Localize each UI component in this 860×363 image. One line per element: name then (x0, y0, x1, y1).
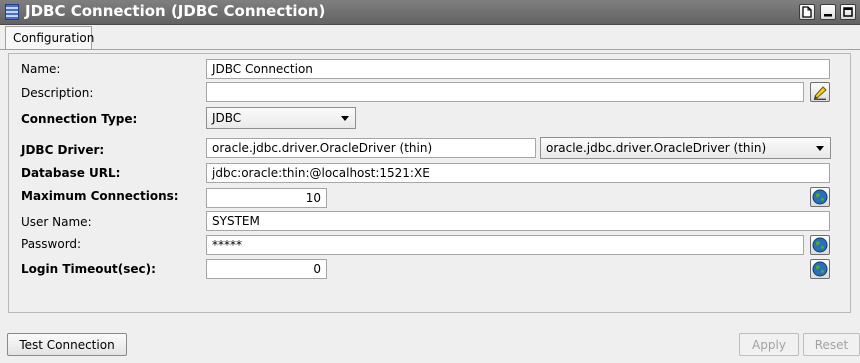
login-timeout-globe-button[interactable] (810, 259, 830, 279)
connection-type-select[interactable]: JDBC (206, 107, 356, 129)
maximize-button[interactable] (840, 4, 856, 20)
minimize-icon (824, 14, 832, 17)
user-name-label: User Name: (21, 215, 92, 229)
restore-document-button[interactable] (799, 4, 815, 20)
max-connections-input[interactable]: 10 (206, 188, 327, 208)
maximize-icon (843, 7, 853, 17)
name-input[interactable]: JDBC Connection (206, 59, 830, 79)
password-globe-button[interactable] (810, 235, 830, 255)
tab-strip (0, 25, 860, 50)
jdbc-driver-selected: oracle.jdbc.driver.OracleDriver (thin) (546, 141, 767, 155)
test-connection-button[interactable]: Test Connection (7, 333, 127, 356)
login-timeout-input[interactable]: 0 (206, 259, 327, 279)
connection-type-label: Connection Type: (21, 112, 138, 126)
apply-button[interactable]: Apply (739, 333, 799, 356)
max-connections-globe-button[interactable] (810, 187, 830, 207)
globe-icon (812, 189, 828, 205)
database-table-icon (5, 4, 19, 20)
globe-icon (812, 237, 828, 253)
chevron-down-icon (341, 116, 349, 121)
pencil-icon (814, 86, 827, 100)
window-titlebar: JDBC Connection (JDBC Connection) (0, 0, 860, 25)
jdbc-driver-select[interactable]: oracle.jdbc.driver.OracleDriver (thin) (540, 137, 831, 159)
jdbc-driver-input[interactable]: oracle.jdbc.driver.OracleDriver (thin) (206, 138, 536, 158)
minimize-button[interactable] (820, 4, 836, 20)
jdbc-driver-label: JDBC Driver: (21, 143, 105, 157)
edit-description-button[interactable] (810, 82, 830, 102)
tab-configuration-label: Configuration (13, 31, 95, 45)
tab-configuration[interactable]: Configuration (5, 26, 95, 49)
database-url-input[interactable]: jdbc:oracle:thin:@localhost:1521:XE (206, 163, 830, 183)
name-label: Name: (21, 62, 61, 76)
chevron-down-icon (816, 146, 824, 151)
description-label: Description: (21, 86, 94, 100)
globe-icon (812, 261, 828, 277)
password-input[interactable]: ***** (206, 235, 804, 255)
password-label: Password: (21, 237, 82, 251)
max-connections-label: Maximum Connections: (21, 189, 179, 203)
user-name-input[interactable]: SYSTEM (206, 211, 830, 231)
document-icon (802, 6, 812, 18)
window-title: JDBC Connection (JDBC Connection) (25, 2, 326, 20)
login-timeout-label: Login Timeout(sec): (21, 262, 156, 276)
database-url-label: Database URL: (21, 166, 121, 180)
reset-button[interactable]: Reset (803, 333, 860, 356)
description-input[interactable] (206, 82, 804, 102)
connection-type-value: JDBC (212, 111, 242, 125)
